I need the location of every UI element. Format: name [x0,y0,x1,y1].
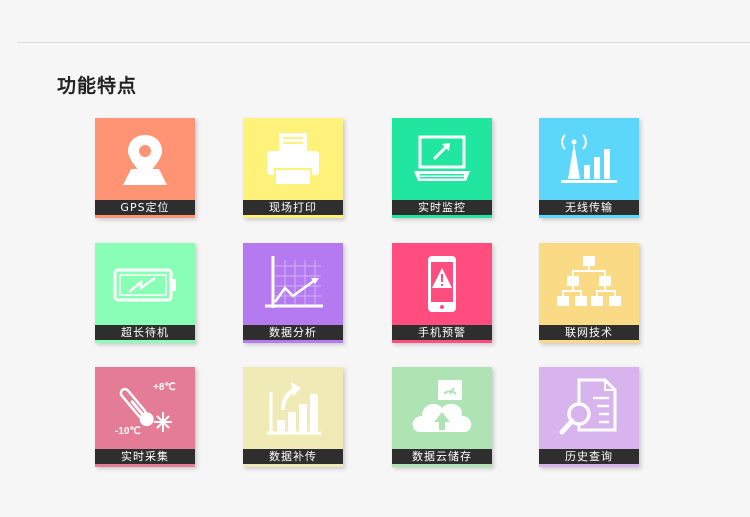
color-stripe [95,340,195,343]
color-stripe [95,464,195,467]
color-stripe [539,464,639,467]
feature-tile-printing[interactable]: 现场打印 [243,118,343,218]
map-pin-icon [123,135,167,185]
feature-tile-resend[interactable]: 数据补传 [243,367,343,467]
feature-art [392,367,492,449]
feature-art: +8℃ -10℃ [95,367,195,449]
color-stripe [243,464,343,467]
feature-label: 联网技术 [539,325,639,340]
feature-label: 实时监控 [392,200,492,215]
feature-label: 数据云储存 [392,449,492,464]
feature-tile-cloud-storage[interactable]: 数据云储存 [392,367,492,467]
feature-tile-standby[interactable]: 超长待机 [95,243,195,343]
feature-art [392,118,492,200]
feature-tile-collection[interactable]: +8℃ -10℃ 实时采集 [95,367,195,467]
line-chart-icon [265,256,323,308]
laptop-icon [414,135,470,181]
color-stripe [392,340,492,343]
feature-label: 实时采集 [95,449,195,464]
document-search-icon [559,378,617,435]
feature-art [243,243,343,325]
color-stripe [243,340,343,343]
feature-tile-monitoring[interactable]: 实时监控 [392,118,492,218]
color-stripe [95,215,195,218]
feature-art [95,118,195,200]
feature-art [539,243,639,325]
feature-art [243,118,343,200]
printer-icon [267,133,319,186]
feature-label: 数据补传 [243,449,343,464]
feature-label: 超长待机 [95,325,195,340]
feature-tile-wireless[interactable]: 无线传输 [539,118,639,218]
battery-icon [113,268,176,302]
feature-tile-analysis[interactable]: 数据分析 [243,243,343,343]
feature-tile-gps[interactable]: GPS定位 [95,118,195,218]
thermometer-icon: +8℃ -10℃ [115,382,176,437]
color-stripe [539,215,639,218]
feature-tile-phone-alert[interactable]: 手机预警 [392,243,492,343]
network-tree-icon [557,256,621,306]
feature-label: 历史查询 [539,449,639,464]
feature-tile-network[interactable]: 联网技术 [539,243,639,343]
feature-label: 数据分析 [243,325,343,340]
bar-upload-icon [267,382,321,435]
feature-art [392,243,492,325]
temp-high-text: +8℃ [153,382,176,393]
color-stripe [392,215,492,218]
feature-art [539,118,639,200]
phone-alert-icon [428,256,456,312]
feature-grid: GPS定位 现场打印 实时监控 无线传输 超长待机 数据分析 手机预警 联网技术… [0,0,750,517]
color-stripe [539,340,639,343]
signal-tower-icon [561,134,617,183]
feature-label: GPS定位 [95,200,195,215]
temp-low-text: -10℃ [115,426,141,437]
color-stripe [392,464,492,467]
feature-tile-history[interactable]: 历史查询 [539,367,639,467]
feature-label: 无线传输 [539,200,639,215]
feature-art [539,367,639,449]
feature-art [95,243,195,325]
feature-label: 现场打印 [243,200,343,215]
color-stripe [243,215,343,218]
feature-art [243,367,343,449]
cloud-upload-icon [412,380,472,432]
feature-label: 手机预警 [392,325,492,340]
